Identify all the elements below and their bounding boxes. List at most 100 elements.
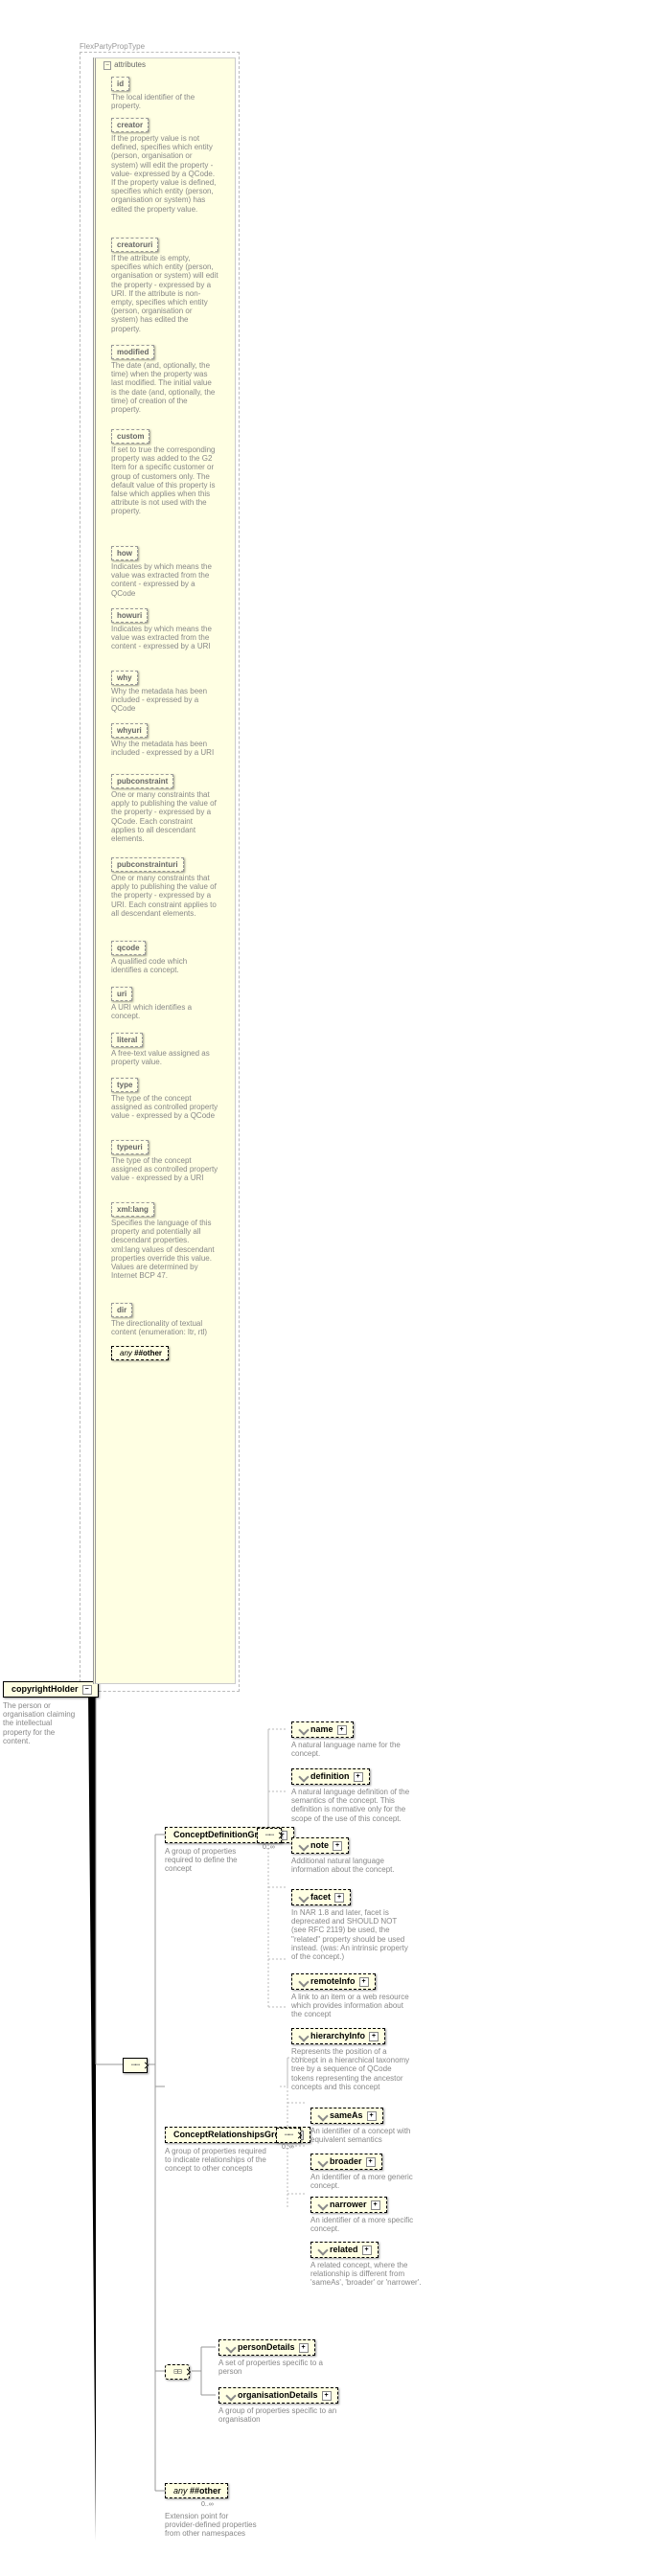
expand-icon[interactable]: + xyxy=(354,1772,363,1782)
attr-why-desc: Why the metadata has been included - exp… xyxy=(111,687,218,714)
any-desc: Extension point for provider-defined pro… xyxy=(165,2512,261,2539)
root-desc: The person or organisation claiming the … xyxy=(3,1701,80,1745)
attr-xmllang[interactable]: xml:lang xyxy=(111,1202,154,1217)
elem-name[interactable]: name + xyxy=(291,1721,354,1738)
attrs-icon xyxy=(317,2110,328,2121)
elem-organisationdetails[interactable]: organisationDetails + xyxy=(218,2387,338,2404)
elem-organisationdetails-desc: A group of properties specific to an org… xyxy=(218,2406,338,2424)
expand-icon[interactable]: + xyxy=(334,1893,344,1903)
attr-xmllang-desc: Specifies the language of this property … xyxy=(111,1219,218,1280)
attr-typeuri[interactable]: typeuri xyxy=(111,1140,149,1154)
elem-narrower[interactable]: narrower + xyxy=(310,2197,387,2213)
attr-whyuri[interactable]: whyuri xyxy=(111,723,148,738)
elem-facet[interactable]: facet+ xyxy=(291,1889,351,1905)
attr-how-desc: Indicates by which means the value was e… xyxy=(111,562,218,598)
attrs-icon xyxy=(225,2342,236,2353)
attr-why[interactable]: why xyxy=(111,671,138,685)
attr-uri-desc: A URI which identifies a concept. xyxy=(111,1003,218,1020)
attr-creatoruri-desc: If the attribute is empty, specifies whi… xyxy=(111,254,218,333)
elem-broader[interactable]: broader+ xyxy=(310,2154,382,2170)
attr-id[interactable]: id xyxy=(111,77,129,91)
expand-icon[interactable]: + xyxy=(371,2200,380,2210)
any-attribute[interactable]: any ##other xyxy=(111,1346,169,1360)
elem-definition-label: definition xyxy=(310,1771,350,1781)
expand-icon[interactable]: + xyxy=(322,2391,332,2401)
attr-typeuri-desc: The type of the concept assigned as cont… xyxy=(111,1156,218,1183)
root-element[interactable]: copyrightHolder− xyxy=(3,1681,99,1698)
elem-sameas-label: sameAs xyxy=(330,2110,363,2120)
any-card: 0..∞ xyxy=(201,2501,214,2508)
attr-pubconstrainturi-desc: One or many constraints that apply to pu… xyxy=(111,874,218,918)
attr-qcode[interactable]: qcode xyxy=(111,941,146,955)
elem-hierarchyinfo-label: hierarchyInfo xyxy=(310,2031,365,2040)
elem-sameas-desc: An identifier of a concept with equivale… xyxy=(310,2127,430,2144)
elem-related[interactable]: related+ xyxy=(310,2242,379,2258)
attr-howuri-desc: Indicates by which means the value was e… xyxy=(111,625,218,651)
elem-facet-label: facet xyxy=(310,1892,331,1902)
elem-organisationdetails-label: organisationDetails xyxy=(238,2390,318,2400)
attrs-icon xyxy=(298,1840,309,1851)
attr-howuri[interactable]: howuri xyxy=(111,608,148,623)
elem-narrower-desc: An identifier of a more specific concept… xyxy=(310,2216,430,2233)
attrs-icon xyxy=(298,1724,309,1735)
attr-id-desc: The local identifier of the property. xyxy=(111,93,218,110)
expand-icon[interactable]: + xyxy=(299,2343,309,2353)
expand-icon[interactable]: + xyxy=(369,2032,379,2041)
attr-creator[interactable]: creator xyxy=(111,118,149,132)
attr-pubconstraint-desc: One or many constraints that apply to pu… xyxy=(111,790,218,843)
expand-icon[interactable]: + xyxy=(359,1977,369,1987)
cdg-sequence: ┉┉ xyxy=(257,1828,282,1843)
any-element[interactable]: any ##other xyxy=(165,2483,228,2498)
attr-uri[interactable]: uri xyxy=(111,987,132,1001)
attr-creator-desc: If the property value is not defined, sp… xyxy=(111,134,218,214)
attr-type-desc: The type of the concept assigned as cont… xyxy=(111,1094,218,1121)
cdg-card: 0..∞ xyxy=(263,1844,275,1851)
elem-note[interactable]: note + xyxy=(291,1837,349,1854)
elem-remoteinfo[interactable]: remoteInfo+ xyxy=(291,1973,376,1990)
elem-definition[interactable]: definition + xyxy=(291,1768,370,1785)
attr-dir[interactable]: dir xyxy=(111,1303,132,1317)
attr-modified-desc: The date (and, optionally, the time) whe… xyxy=(111,361,218,414)
expand-icon[interactable]: + xyxy=(337,1725,347,1735)
attr-modified[interactable]: modified xyxy=(111,345,154,359)
elem-persondetails-label: personDetails xyxy=(238,2342,295,2352)
elem-remoteinfo-label: remoteInfo xyxy=(310,1976,356,1986)
attrs-icon xyxy=(298,1892,309,1903)
crg-desc: A group of properties required to indica… xyxy=(165,2147,270,2174)
elem-narrower-label: narrower xyxy=(330,2200,367,2209)
elem-persondetails[interactable]: personDetails + xyxy=(218,2339,315,2356)
attr-whyuri-desc: Why the metadata has been included - exp… xyxy=(111,740,218,757)
attributes-header: −attributes xyxy=(103,60,146,70)
collapse-icon[interactable]: − xyxy=(82,1685,92,1695)
crg-label: ConceptRelationshipsGroup xyxy=(173,2130,290,2139)
crg-sequence: ┉┉ xyxy=(276,2128,301,2143)
attr-creatoruri[interactable]: creatoruri xyxy=(111,238,158,252)
attrs-icon xyxy=(317,2245,328,2255)
attr-how[interactable]: how xyxy=(111,546,138,560)
attr-pubconstraint[interactable]: pubconstraint xyxy=(111,774,173,788)
elem-persondetails-desc: A set of properties specific to a person xyxy=(218,2359,338,2376)
expand-icon[interactable]: + xyxy=(333,1841,342,1851)
sequence-connector: ┉┉ xyxy=(123,2058,148,2073)
attrs-icon xyxy=(225,2390,236,2401)
attr-custom[interactable]: custom xyxy=(111,429,149,444)
attr-literal[interactable]: literal xyxy=(111,1033,143,1047)
attr-pubconstrainturi[interactable]: pubconstrainturi xyxy=(111,857,184,872)
elem-facet-desc: In NAR 1.8 and later, facet is deprecate… xyxy=(291,1908,411,1961)
elem-name-desc: A natural language name for the concept. xyxy=(291,1741,411,1758)
expand-icon[interactable]: + xyxy=(367,2111,377,2121)
root-label: copyrightHolder xyxy=(11,1684,79,1694)
attr-type[interactable]: type xyxy=(111,1078,138,1092)
expand-icon[interactable]: + xyxy=(362,2245,372,2255)
attrs-icon xyxy=(298,1976,309,1987)
crg-card: 0..∞ xyxy=(282,2144,294,2151)
elem-hierarchyinfo-desc: Represents the position of a concept in … xyxy=(291,2047,411,2091)
attrs-icon xyxy=(317,2156,328,2167)
elem-note-label: note xyxy=(310,1840,329,1850)
collapse-icon[interactable]: − xyxy=(103,61,111,70)
expand-icon[interactable]: + xyxy=(366,2157,376,2167)
attr-qcode-desc: A qualified code which identifies a conc… xyxy=(111,957,218,974)
elem-name-label: name xyxy=(310,1724,333,1734)
elem-sameas[interactable]: sameAs + xyxy=(310,2108,383,2124)
elem-hierarchyinfo[interactable]: hierarchyInfo + xyxy=(291,2028,385,2044)
